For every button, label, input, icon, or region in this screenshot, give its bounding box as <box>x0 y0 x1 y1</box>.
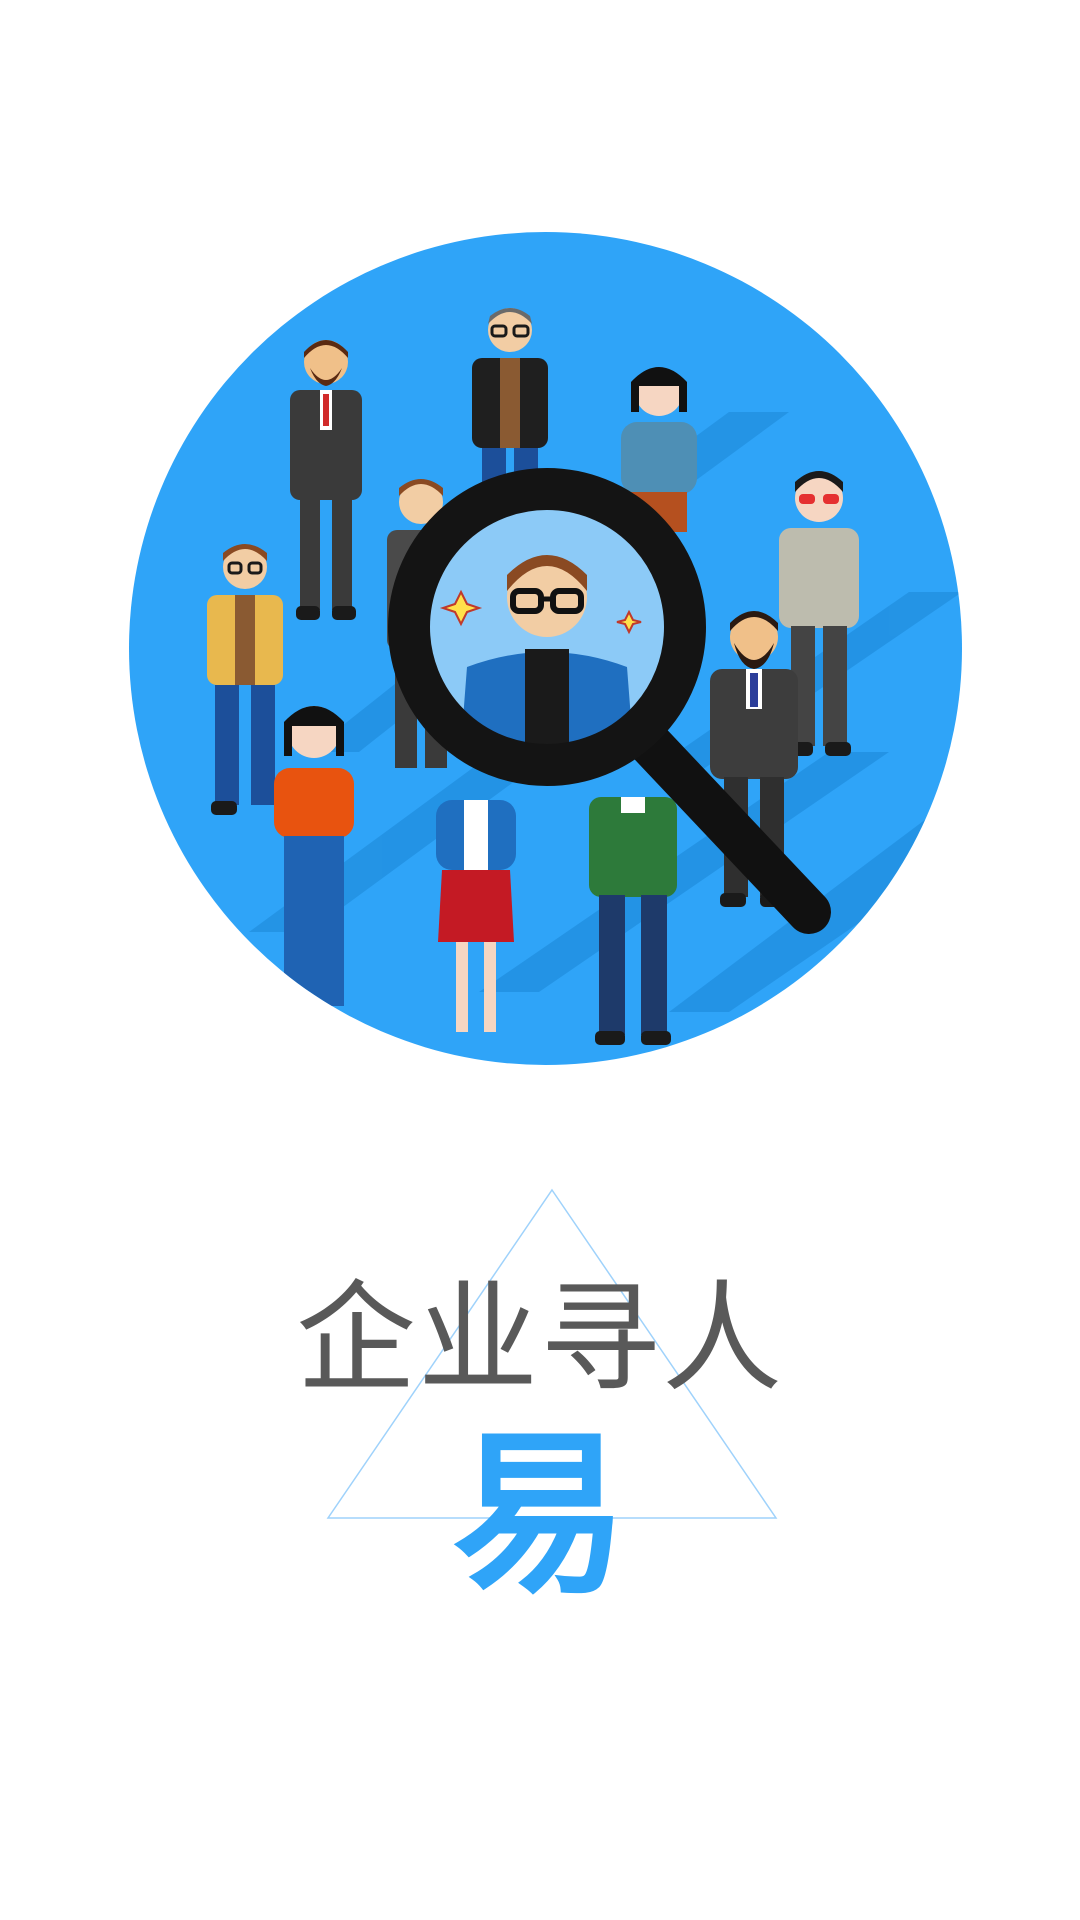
person-woman-orange <box>274 706 354 1006</box>
people-search-illustration <box>129 232 962 1065</box>
accent-character: 易 <box>451 1413 628 1618</box>
tagline-text: 企业寻人 <box>296 1270 784 1409</box>
